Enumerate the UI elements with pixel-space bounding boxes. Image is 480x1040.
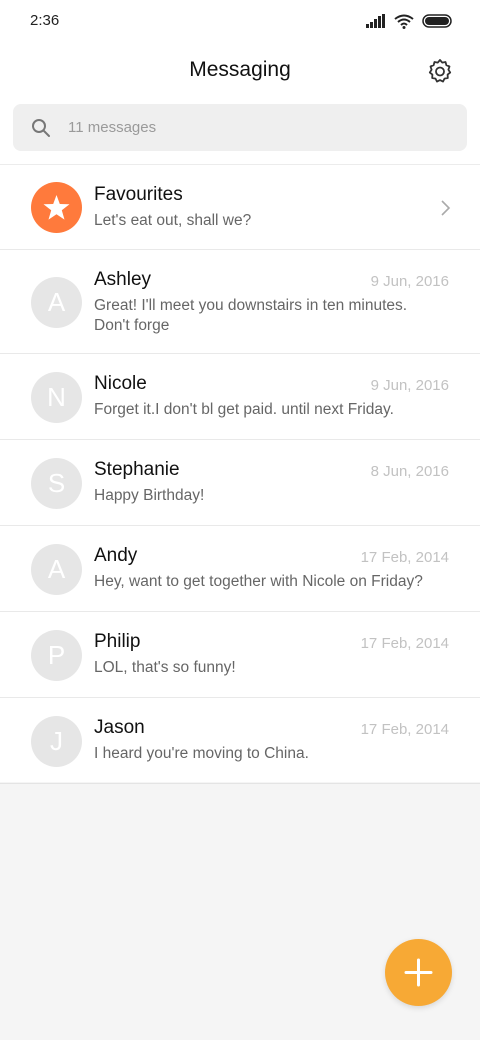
settings-icon[interactable] (426, 57, 454, 85)
message-date: 17 Feb, 2014 (360, 721, 449, 738)
message-preview: Great! I'll meet you downstairs in ten m… (94, 297, 408, 334)
favourites-preview: Let's eat out, shall we? (94, 212, 252, 229)
avatar: S (31, 458, 82, 509)
search-placeholder: 11 messages (68, 119, 157, 136)
message-preview: I heard you're moving to China. (94, 745, 309, 762)
battery-icon (422, 14, 452, 28)
avatar: N (31, 372, 82, 423)
header: Messaging (0, 44, 480, 98)
contact-name: Stephanie (94, 459, 180, 480)
page-title: Messaging (189, 58, 291, 81)
favourites-title: Favourites (94, 184, 183, 205)
message-date: 8 Jun, 2016 (370, 463, 449, 480)
main-panel: 2:36 Messaging 11 messages Favourites Le… (0, 0, 480, 784)
conversation-row[interactable]: J Jason 17 Feb, 2014 I heard you're movi… (0, 698, 480, 784)
contact-name: Nicole (94, 373, 147, 394)
chevron-right-icon (441, 200, 451, 216)
avatar: A (31, 277, 82, 328)
message-date: 9 Jun, 2016 (370, 377, 449, 394)
search-icon (32, 119, 50, 137)
plus-icon (404, 958, 433, 987)
favourites-avatar (31, 182, 82, 233)
message-date: 9 Jun, 2016 (370, 273, 449, 290)
message-preview: Happy Birthday! (94, 487, 205, 504)
conversation-row[interactable]: N Nicole 9 Jun, 2016 Forget it.I don't b… (0, 354, 480, 440)
contact-name: Jason (94, 717, 145, 738)
star-icon (43, 195, 70, 220)
conversation-row[interactable]: A Andy 17 Feb, 2014 Hey, want to get tog… (0, 526, 480, 612)
status-time: 2:36 (30, 12, 60, 29)
signal-icon (366, 14, 385, 28)
message-preview: Hey, want to get together with Nicole on… (94, 573, 423, 590)
status-icons (366, 13, 452, 29)
conversation-row[interactable]: S Stephanie 8 Jun, 2016 Happy Birthday! (0, 440, 480, 526)
avatar: A (31, 544, 82, 595)
contact-name: Philip (94, 631, 141, 652)
conversation-list: Favourites Let's eat out, shall we? A As… (0, 165, 480, 784)
conversation-row[interactable]: P Philip 17 Feb, 2014 LOL, that's so fun… (0, 612, 480, 698)
message-preview: Forget it.I don't bl get paid. until nex… (94, 401, 394, 418)
search-bar[interactable]: 11 messages (13, 104, 467, 151)
wifi-icon (394, 14, 414, 29)
contact-name: Ashley (94, 269, 152, 290)
conversation-row[interactable]: A Ashley 9 Jun, 2016 Great! I'll meet yo… (0, 250, 480, 354)
contact-name: Andy (94, 545, 138, 566)
status-bar: 2:36 (0, 0, 480, 44)
message-date: 17 Feb, 2014 (360, 635, 449, 652)
message-preview: LOL, that's so funny! (94, 659, 236, 676)
avatar: P (31, 630, 82, 681)
message-date: 17 Feb, 2014 (360, 549, 449, 566)
avatar: J (31, 716, 82, 767)
favourites-row[interactable]: Favourites Let's eat out, shall we? (0, 165, 480, 250)
new-message-button[interactable] (385, 939, 452, 1006)
